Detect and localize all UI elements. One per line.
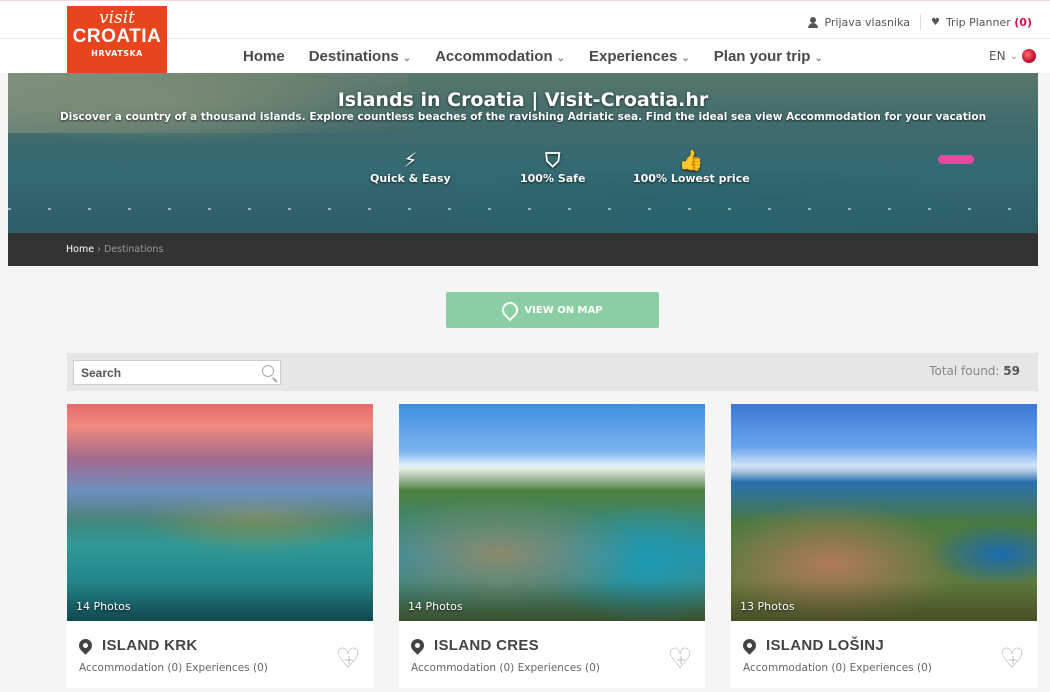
nav-label: Destinations xyxy=(308,48,399,65)
card-image[interactable] xyxy=(399,404,705,621)
feature-label: 100% Safe xyxy=(520,172,586,185)
breadcrumb-separator: › xyxy=(97,244,101,255)
photo-count: 13 Photos xyxy=(740,600,795,613)
thumbs-up-icon: 👍 xyxy=(678,148,704,172)
hero-banner: Islands in Croatia | Visit-Croatia.hr Di… xyxy=(8,73,1038,233)
feature-safe: ⛉ 100% Safe xyxy=(520,148,585,185)
language-selector[interactable]: EN ⌄ xyxy=(989,49,1036,63)
chevron-down-icon: ⌄ xyxy=(681,53,690,64)
logo-line-croatia: CROATIA xyxy=(72,26,162,47)
logo-line-visit: visit xyxy=(98,8,136,28)
user-icon xyxy=(808,16,819,28)
add-to-favorites-icon[interactable]: ♡ + xyxy=(665,645,695,673)
nav-label: Home xyxy=(243,48,285,65)
divider xyxy=(919,14,921,30)
add-to-favorites-icon[interactable]: ♡ + xyxy=(997,645,1027,673)
nav-label: Plan your trip xyxy=(713,48,811,65)
breadcrumb: Home › Destinations xyxy=(66,244,163,255)
feature-lowest-price: 👍 100% Lowest price xyxy=(633,148,750,185)
plus-icon: + xyxy=(1008,653,1019,667)
trip-planner-link[interactable]: Trip Planner (0) xyxy=(946,16,1032,29)
site-logo[interactable]: visit CROATIA HRVATSKA xyxy=(67,6,167,73)
total-label: Total found: xyxy=(929,364,1000,378)
search-input[interactable]: Search xyxy=(73,360,281,385)
page-title: Islands in Croatia | Visit-Croatia.hr xyxy=(337,89,709,111)
card-title-text: ISLAND KRK xyxy=(102,637,198,654)
card-image[interactable] xyxy=(731,404,1037,621)
chevron-down-icon: ⌄ xyxy=(1009,50,1018,62)
card-title-text: ISLAND CRES xyxy=(434,637,539,654)
lightning-icon: ⚡ xyxy=(403,148,418,172)
card-title[interactable]: ISLAND LOŠINJ xyxy=(740,636,885,655)
card-title[interactable]: ISLAND KRK xyxy=(76,636,198,655)
breadcrumb-bar: Home › Destinations xyxy=(8,233,1038,266)
search-icon[interactable] xyxy=(262,365,274,377)
search-placeholder: Search xyxy=(81,366,122,380)
card-meta: Accommodation (0) Experiences (0) xyxy=(411,662,600,674)
view-on-map-label: VIEW ON MAP xyxy=(524,304,603,316)
plus-icon: + xyxy=(344,653,355,667)
nav-item-home[interactable]: Home xyxy=(243,48,285,65)
total-found: Total found: 59 xyxy=(929,364,1020,378)
destination-card-krk[interactable]: 14 Photos ISLAND KRK Accommodation (0) E… xyxy=(67,404,373,688)
nav-item-accommodation[interactable]: Accommodation ⌄ xyxy=(435,48,565,65)
chevron-down-icon: ⌄ xyxy=(402,53,412,64)
language-code: EN xyxy=(989,49,1006,63)
hero-float xyxy=(938,155,974,164)
breadcrumb-home[interactable]: Home xyxy=(66,244,94,255)
heart-icon: ♥ xyxy=(930,16,940,28)
feature-label: Quick & Easy xyxy=(370,172,451,185)
owner-login-link[interactable]: Prijava vlasnika xyxy=(824,16,910,29)
view-on-map-button[interactable]: VIEW ON MAP xyxy=(446,292,659,328)
nav-item-destinations[interactable]: Destinations ⌄ xyxy=(309,48,411,65)
top-links: Prijava vlasnika ♥ Trip Planner (0) xyxy=(808,14,1032,30)
logo-line-hrvatska: HRVATSKA xyxy=(91,49,143,58)
total-value: 59 xyxy=(1003,364,1020,378)
photo-count: 14 Photos xyxy=(408,600,463,613)
map-pin-icon xyxy=(499,298,522,322)
shield-icon: ⛉ xyxy=(545,148,561,172)
main-nav: Home Destinations ⌄ Accommodation ⌄ Experi… xyxy=(243,48,847,65)
nav-item-experiences[interactable]: Experiences ⌄ xyxy=(589,48,690,65)
hero-buoy-line xyxy=(8,208,1038,210)
trip-planner-count: (0) xyxy=(1014,15,1032,29)
map-pin-icon xyxy=(408,636,427,655)
plus-icon: + xyxy=(676,653,687,667)
feature-label: 100% Lowest price xyxy=(633,172,750,185)
nav-label: Experiences xyxy=(589,48,678,65)
card-meta: Accommodation (0) Experiences (0) xyxy=(743,662,932,674)
trip-planner-label: Trip Planner xyxy=(945,15,1011,29)
add-to-favorites-icon[interactable]: ♡ + xyxy=(333,645,363,673)
destination-card-cres[interactable]: 14 Photos ISLAND CRES Accommodation (0) … xyxy=(399,404,705,688)
page-subtitle: Discover a country of a thousand islands… xyxy=(59,111,987,123)
nav-label: Accommodation xyxy=(435,48,553,65)
chevron-down-icon: ⌄ xyxy=(814,53,823,64)
flag-icon xyxy=(1022,49,1036,63)
card-meta: Accommodation (0) Experiences (0) xyxy=(79,662,268,674)
destination-card-losinj[interactable]: 13 Photos ISLAND LOŠINJ Accommodation (0… xyxy=(731,404,1037,688)
card-title[interactable]: ISLAND CRES xyxy=(408,636,539,655)
map-pin-icon xyxy=(740,636,759,655)
filter-row: Search Total found: 59 xyxy=(67,353,1038,391)
card-image[interactable] xyxy=(67,404,373,621)
map-pin-icon xyxy=(76,636,95,655)
nav-item-plan-your-trip[interactable]: Plan your trip ⌄ xyxy=(714,48,823,65)
card-title-text: ISLAND LOŠINJ xyxy=(766,637,885,654)
breadcrumb-current: Destinations xyxy=(103,244,164,255)
chevron-down-icon: ⌄ xyxy=(556,53,565,64)
photo-count: 14 Photos xyxy=(76,600,131,613)
feature-quick-easy: ⚡ Quick & Easy xyxy=(370,148,451,185)
